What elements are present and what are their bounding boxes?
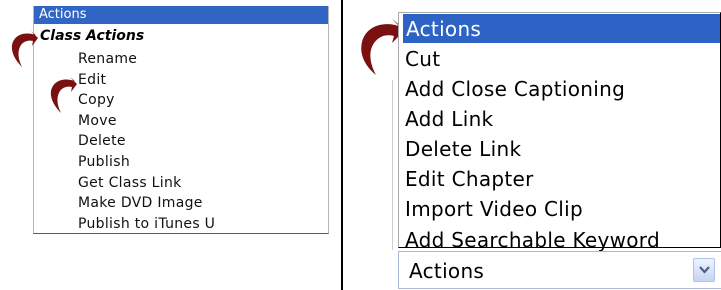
menu-item-make-dvd-image[interactable]: Make DVD Image <box>78 193 215 214</box>
panel-divider <box>341 0 343 290</box>
left-dropdown-header-actions[interactable]: Actions <box>34 6 328 24</box>
menu-item-publish-to-itunes-u[interactable]: Publish to iTunes U <box>78 214 215 235</box>
right-menu-items: Cut Add Close Captioning Add Link Delete… <box>405 44 660 255</box>
menu-item-cut[interactable]: Cut <box>405 44 660 74</box>
curved-arrow-icon <box>50 77 77 113</box>
menu-item-get-class-link[interactable]: Get Class Link <box>78 173 215 194</box>
menu-item-add-close-captioning[interactable]: Add Close Captioning <box>405 74 660 104</box>
menu-item-move[interactable]: Move <box>78 111 215 132</box>
curved-arrow-icon <box>11 31 38 67</box>
menu-item-edit-chapter[interactable]: Edit Chapter <box>405 164 660 194</box>
menu-item-delete-link[interactable]: Delete Link <box>405 134 660 164</box>
menu-item-edit[interactable]: Edit <box>78 70 215 91</box>
right-dropdown-header-actions[interactable]: Actions <box>403 14 720 43</box>
page: Actions Class Actions Rename Edit Copy M… <box>0 0 721 290</box>
menu-item-publish[interactable]: Publish <box>78 152 215 173</box>
curved-arrow-icon <box>361 19 404 75</box>
class-actions-group-label: Class Actions <box>40 28 145 44</box>
left-actions-dropdown-list: Actions Class Actions Rename Edit Copy M… <box>33 6 329 234</box>
chevron-down-icon <box>699 266 710 274</box>
actions-select[interactable]: Actions <box>398 251 721 289</box>
menu-item-delete[interactable]: Delete <box>78 131 215 152</box>
right-actions-dropdown-list: Actions Cut Add Close Captioning Add Lin… <box>398 12 721 252</box>
menu-item-rename[interactable]: Rename <box>78 49 215 70</box>
left-menu-items: Rename Edit Copy Move Delete Publish Get… <box>78 49 215 234</box>
actions-select-value: Actions <box>409 259 485 283</box>
dropdown-toggle-button[interactable] <box>693 258 715 282</box>
menu-item-add-link[interactable]: Add Link <box>405 104 660 134</box>
menu-item-copy[interactable]: Copy <box>78 90 215 111</box>
menu-item-import-video-clip[interactable]: Import Video Clip <box>405 194 660 224</box>
